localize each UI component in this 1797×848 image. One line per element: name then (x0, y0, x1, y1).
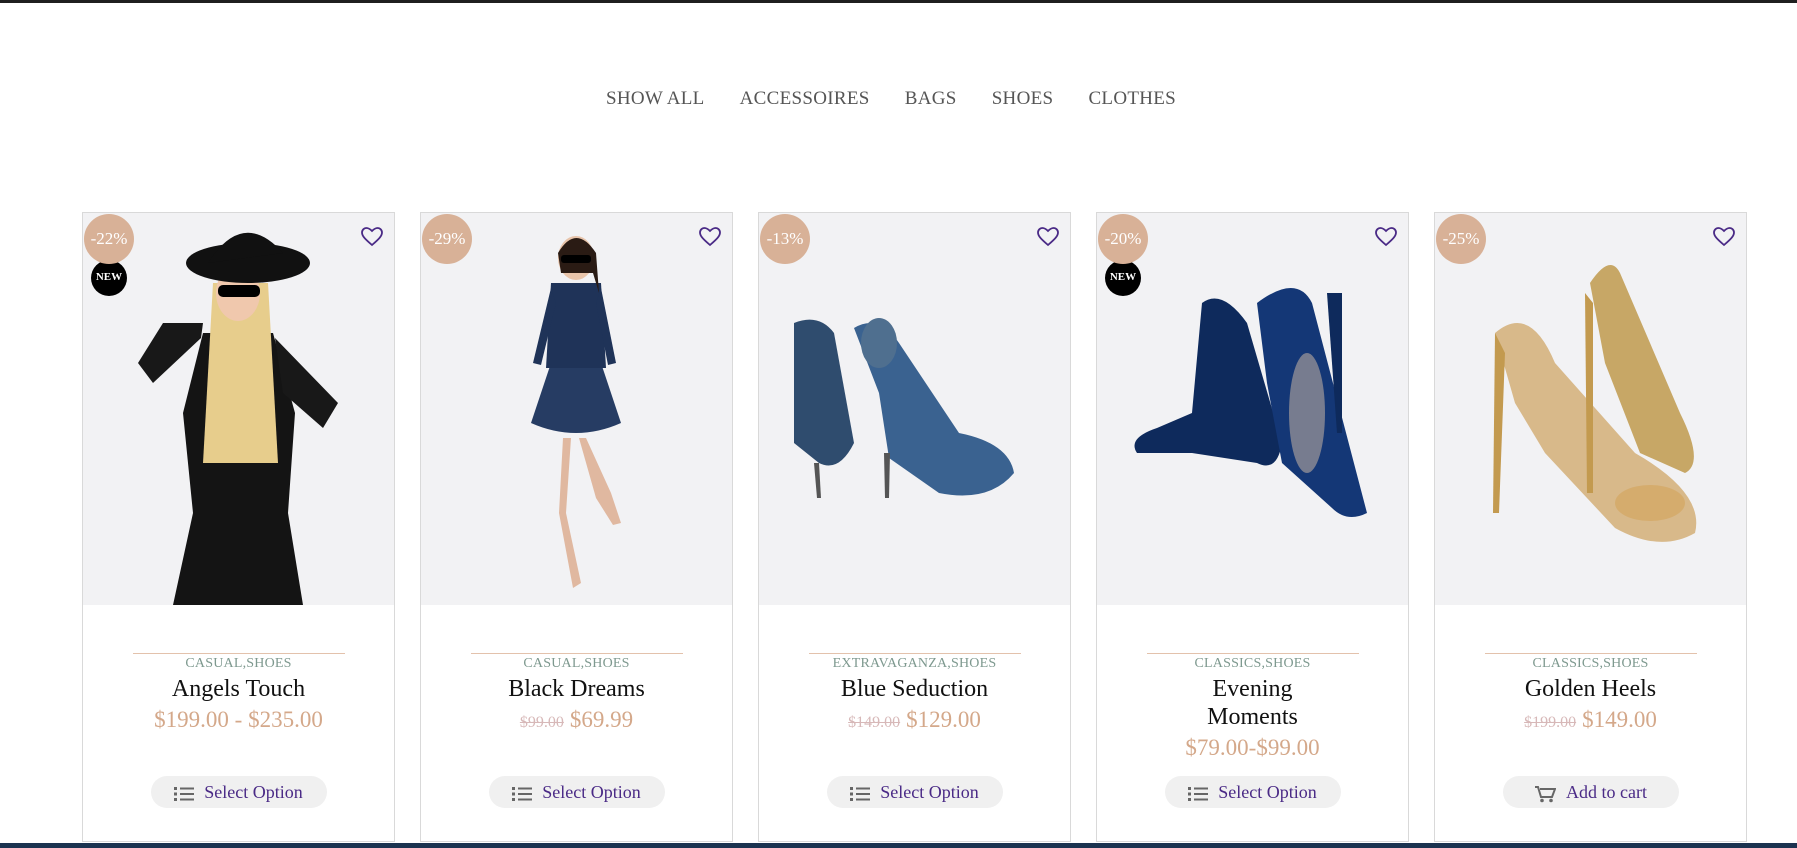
product-categories[interactable]: EXTRAVAGANZA,SHOES (759, 656, 1070, 672)
select-option-button[interactable]: Select Option (826, 776, 1003, 808)
product-card-golden-heels[interactable]: -25% CLASSICS,SHOES Golden Heels $199.00… (1434, 212, 1747, 842)
divider (470, 653, 683, 654)
product-image[interactable] (83, 213, 394, 605)
select-option-button[interactable]: Select Option (1164, 776, 1341, 808)
old-price: $99.00 (519, 714, 564, 731)
new-badge: NEW (91, 260, 127, 296)
list-icon (850, 786, 871, 801)
price-range: $79.00-$99.00 (1185, 735, 1320, 760)
filter-accessoires[interactable]: ACCESSOIRES (740, 88, 870, 110)
divider (1484, 653, 1697, 654)
top-border (0, 0, 1797, 3)
list-icon (1188, 786, 1209, 801)
product-categories[interactable]: CASUAL,SHOES (83, 656, 394, 672)
discount-badge: -20% (1098, 214, 1148, 264)
product-price: $199.00 - $235.00 (83, 707, 394, 733)
button-label: Select Option (204, 782, 303, 802)
product-title[interactable]: Golden Heels (1491, 675, 1691, 703)
list-icon (512, 786, 533, 801)
discount-badge: -29% (422, 214, 472, 264)
list-icon (174, 786, 195, 801)
divider (132, 653, 345, 654)
divider (808, 653, 1021, 654)
product-title[interactable]: Evening Moments (1193, 675, 1313, 731)
product-title[interactable]: Angels Touch (139, 675, 339, 703)
discount-badge: -13% (760, 214, 810, 264)
heart-icon[interactable] (1374, 225, 1398, 249)
product-categories[interactable]: CLASSICS,SHOES (1435, 656, 1746, 672)
product-price: $149.00 $129.00 (759, 707, 1070, 733)
product-card-blue-seduction[interactable]: -13% EXTRAVAGANZA,SHOES Blue Seduction $… (758, 212, 1071, 842)
price-range: $199.00 - $235.00 (154, 707, 323, 732)
button-label: Select Option (880, 782, 979, 802)
category-filters: SHOW ALL ACCESSOIRES BAGS SHOES CLOTHES (0, 88, 1797, 110)
button-label: Select Option (1218, 782, 1317, 802)
sale-price: $149.00 (1582, 707, 1657, 732)
product-image[interactable] (1097, 213, 1408, 605)
add-to-cart-button[interactable]: Add to cart (1502, 776, 1679, 808)
heart-icon[interactable] (698, 225, 722, 249)
old-price: $149.00 (848, 714, 901, 731)
filter-clothes[interactable]: CLOTHES (1088, 88, 1176, 110)
select-option-button[interactable]: Select Option (488, 776, 665, 808)
product-categories[interactable]: CLASSICS,SHOES (1097, 656, 1408, 672)
product-image[interactable] (421, 213, 732, 605)
cart-icon (1535, 785, 1556, 803)
heart-icon[interactable] (360, 225, 384, 249)
product-grid: -22% NEW CASUAL,SHOES Angels Touch $199.… (82, 212, 1750, 842)
bottom-bar (0, 843, 1797, 848)
product-image[interactable] (759, 213, 1070, 605)
new-badge: NEW (1105, 260, 1141, 296)
discount-badge: -25% (1436, 214, 1486, 264)
filter-bags[interactable]: BAGS (905, 88, 957, 110)
old-price: $199.00 (1524, 714, 1577, 731)
heart-icon[interactable] (1036, 225, 1060, 249)
sale-price: $129.00 (906, 707, 981, 732)
product-title[interactable]: Black Dreams (477, 675, 677, 703)
heart-icon[interactable] (1712, 225, 1736, 249)
button-label: Add to cart (1566, 782, 1647, 802)
filter-show-all[interactable]: SHOW ALL (606, 88, 705, 110)
product-price: $199.00 $149.00 (1435, 707, 1746, 733)
product-card-angels-touch[interactable]: -22% NEW CASUAL,SHOES Angels Touch $199.… (82, 212, 395, 842)
product-card-black-dreams[interactable]: -29% CASUAL,SHOES Black Dreams $99.00 $69… (420, 212, 733, 842)
divider (1146, 653, 1359, 654)
discount-badge: -22% (84, 214, 134, 264)
product-categories[interactable]: CASUAL,SHOES (421, 656, 732, 672)
product-title[interactable]: Blue Seduction (815, 675, 1015, 703)
product-price: $99.00 $69.99 (421, 707, 732, 733)
button-label: Select Option (542, 782, 641, 802)
filter-shoes[interactable]: SHOES (992, 88, 1054, 110)
product-card-evening-moments[interactable]: -20% NEW CLASSICS,SHOES Evening Moments … (1096, 212, 1409, 842)
product-image[interactable] (1435, 213, 1746, 605)
select-option-button[interactable]: Select Option (150, 776, 327, 808)
sale-price: $69.99 (569, 707, 634, 732)
product-price: $79.00-$99.00 (1097, 735, 1408, 761)
